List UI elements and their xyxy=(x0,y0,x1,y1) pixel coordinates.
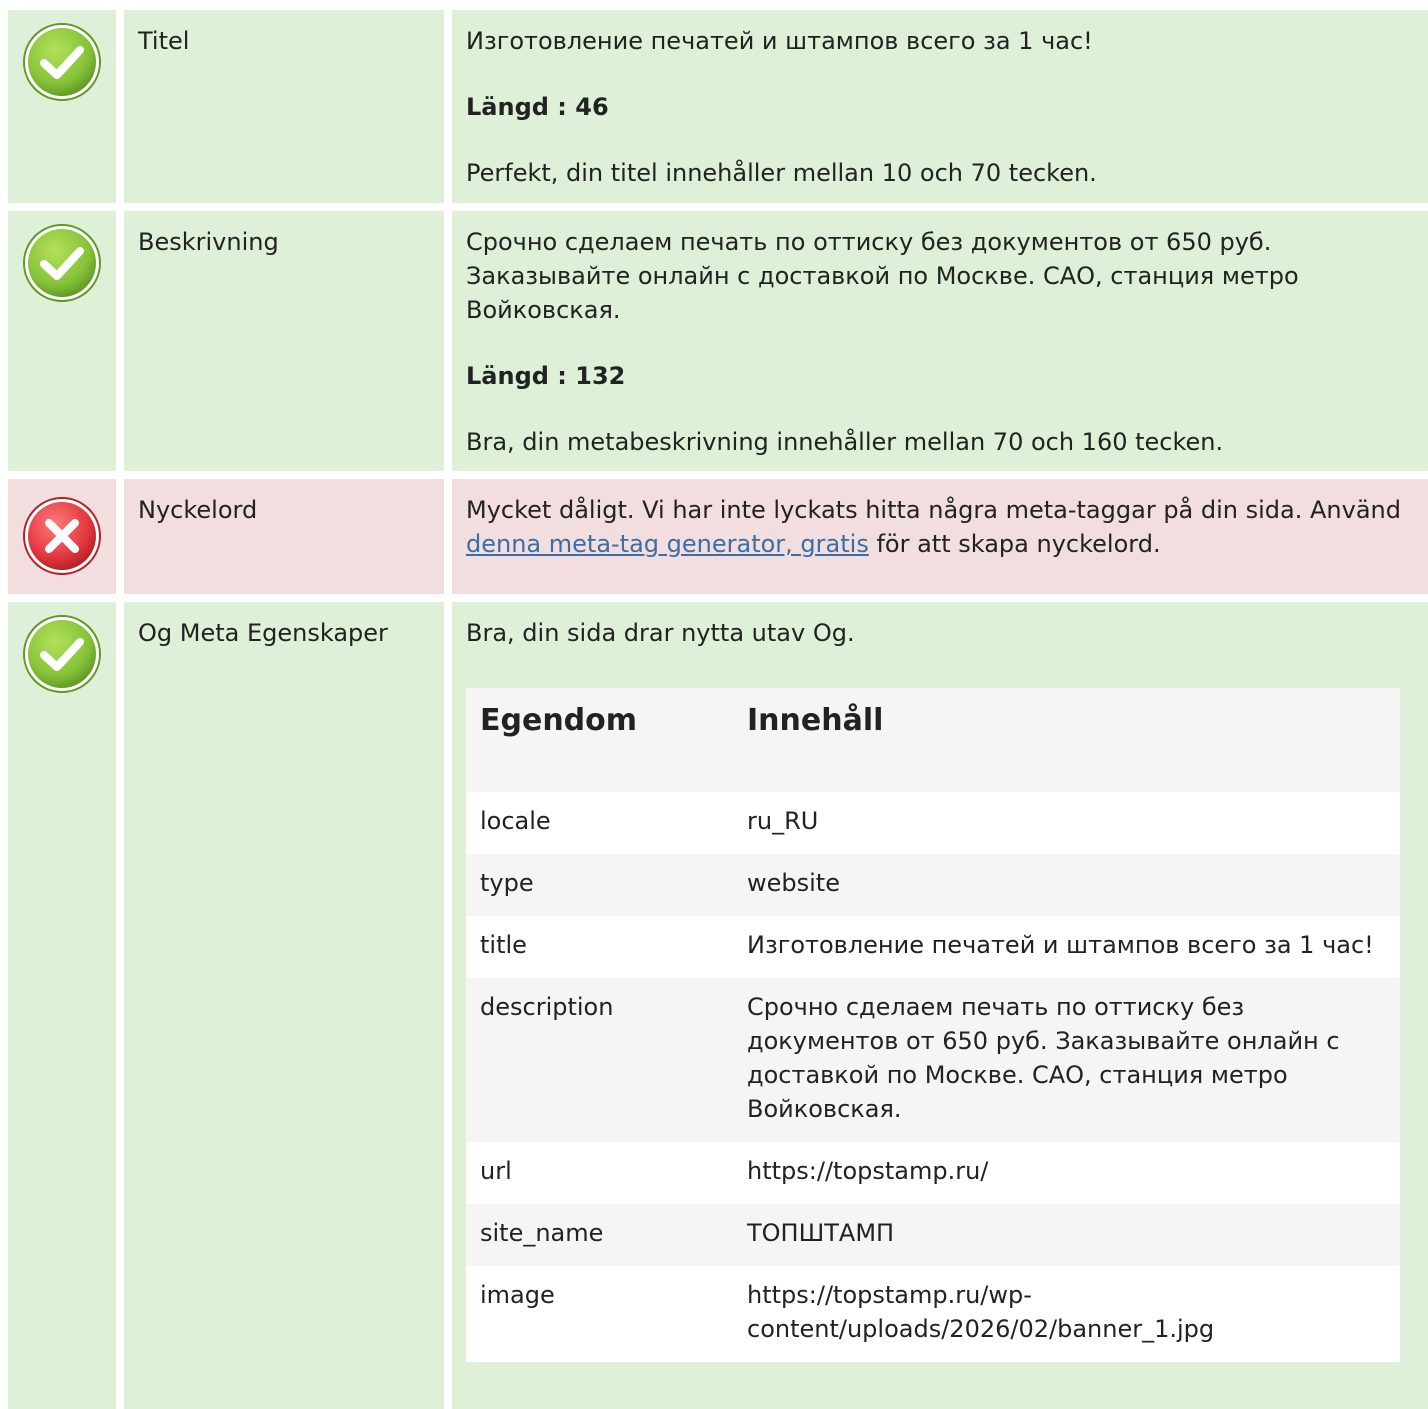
og-verdict: Bra, din sida drar nytta utav Og. xyxy=(466,619,855,647)
report-row-description: Beskrivning Срочно сделаем печать по отт… xyxy=(0,211,1428,471)
title-length: Längd : 46 xyxy=(466,93,609,121)
status-cell xyxy=(8,479,116,594)
keywords-text-end: för att skapa nyckelord. xyxy=(868,530,1161,558)
property-cell: site_name xyxy=(480,1219,604,1247)
description-verdict: Bra, din metabeskrivning innehåller mell… xyxy=(466,428,1224,456)
check-icon xyxy=(23,224,101,302)
property-cell: locale xyxy=(480,807,551,835)
property-cell: title xyxy=(480,931,527,959)
content-cell: website xyxy=(747,869,840,897)
table-row: site_name ТОПШТАМП xyxy=(466,1204,1400,1266)
row-content: Bra, din sida drar nytta utav Og. Egendo… xyxy=(452,602,1428,1409)
report-row-keywords: Nyckelord Mycket dåligt. Vi har inte lyc… xyxy=(0,479,1428,594)
content-cell: Изготовление печатей и штампов всего за … xyxy=(747,931,1374,959)
keywords-text: Mycket dåligt. Vi har inte lyckats hitta… xyxy=(466,496,1401,524)
description-value: Срочно сделаем печать по оттиску без док… xyxy=(466,228,1299,324)
table-row: description Срочно сделаем печать по отт… xyxy=(466,978,1400,1142)
status-cell xyxy=(8,602,116,1409)
keywords-message: Mycket dåligt. Vi har inte lyckats hitta… xyxy=(466,493,1414,561)
property-cell: url xyxy=(480,1157,512,1185)
status-cell xyxy=(8,211,116,471)
property-cell: type xyxy=(480,869,534,897)
row-label: Nyckelord xyxy=(124,479,444,594)
check-icon xyxy=(23,23,101,101)
content-cell: https://topstamp.ru/ xyxy=(747,1157,989,1185)
seo-report: Titel Изготовление печатей и штампов все… xyxy=(0,0,1428,1409)
property-cell: description xyxy=(480,993,614,1021)
status-cell xyxy=(8,10,116,203)
row-label: Og Meta Egenskaper xyxy=(124,602,444,1409)
content-cell: ru_RU xyxy=(747,807,819,835)
row-content: Изготовление печатей и штампов всего за … xyxy=(452,10,1428,203)
table-row: type website xyxy=(466,854,1400,916)
table-row: image https://topstamp.ru/wp-content/upl… xyxy=(466,1266,1400,1362)
column-header-content: Innehåll xyxy=(747,703,884,738)
title-verdict: Perfekt, din titel innehåller mellan 10 … xyxy=(466,159,1097,187)
og-properties-table: Egendom Innehåll locale ru_RU type websi… xyxy=(466,688,1400,1362)
description-length: Längd : 132 xyxy=(466,362,626,390)
report-row-og: Og Meta Egenskaper Bra, din sida drar ny… xyxy=(0,602,1428,1409)
row-label: Titel xyxy=(124,10,444,203)
cross-icon xyxy=(23,497,101,575)
table-header-row: Egendom Innehåll xyxy=(466,688,1400,792)
row-label: Beskrivning xyxy=(124,211,444,471)
title-value: Изготовление печатей и штампов всего за … xyxy=(466,27,1093,55)
report-row-title: Titel Изготовление печатей и штампов все… xyxy=(0,10,1428,203)
property-cell: image xyxy=(480,1281,555,1309)
content-cell: ТОПШТАМП xyxy=(747,1219,895,1247)
table-row: title Изготовление печатей и штампов все… xyxy=(466,916,1400,978)
content-cell: Срочно сделаем печать по оттиску без док… xyxy=(747,993,1340,1123)
check-icon xyxy=(23,615,101,693)
content-cell: https://topstamp.ru/wp-content/uploads/2… xyxy=(747,1281,1215,1343)
meta-tag-generator-link[interactable]: denna meta-tag generator, gratis xyxy=(466,530,869,558)
table-row: url https://topstamp.ru/ xyxy=(466,1142,1400,1204)
column-header-property: Egendom xyxy=(480,703,638,738)
table-row: locale ru_RU xyxy=(466,792,1400,854)
row-content: Mycket dåligt. Vi har inte lyckats hitta… xyxy=(452,479,1428,594)
row-content: Срочно сделаем печать по оттиску без док… xyxy=(452,211,1428,471)
